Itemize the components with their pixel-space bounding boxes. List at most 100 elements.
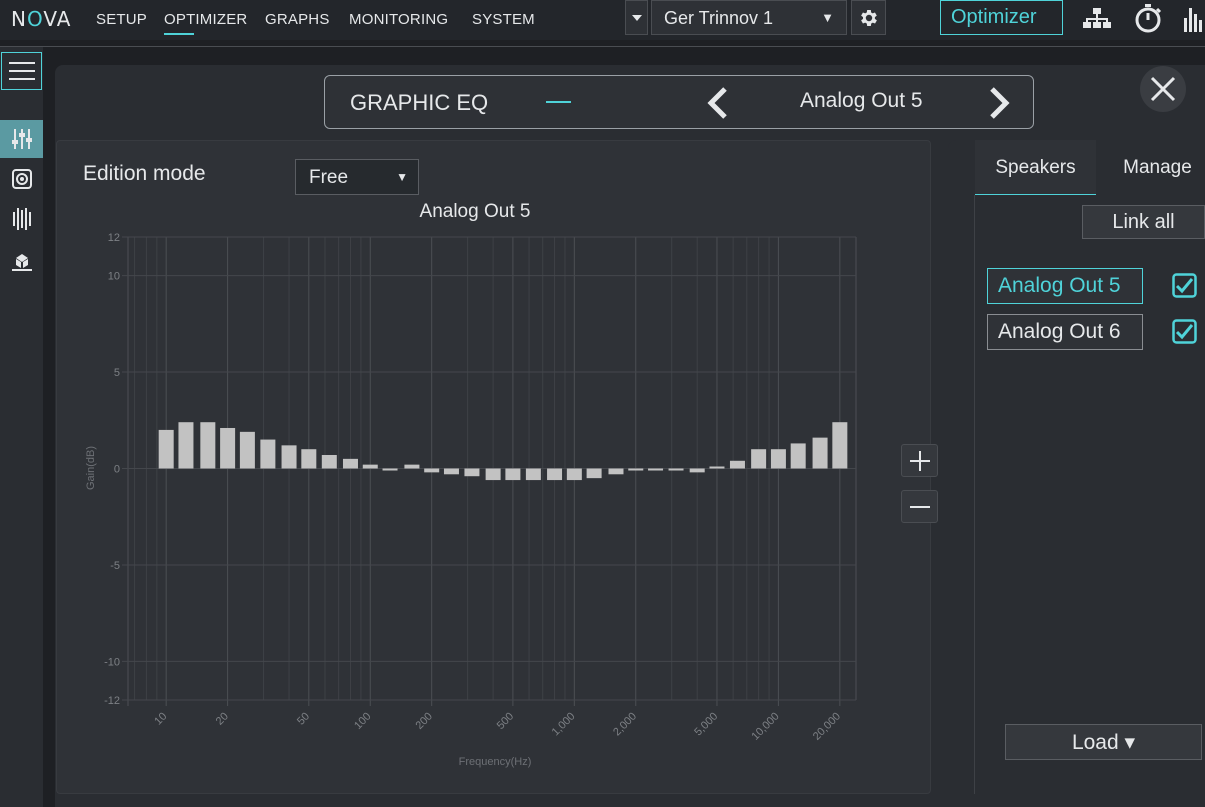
tool-room[interactable] xyxy=(0,243,43,281)
eq-band-bar xyxy=(668,468,684,471)
load-label: Load xyxy=(1071,731,1119,754)
eq-band-bar xyxy=(648,468,664,471)
prev-channel-button[interactable] xyxy=(705,87,729,124)
eq-band-bar xyxy=(443,468,459,475)
optimizer-button[interactable]: Optimizer xyxy=(940,0,1063,35)
gear-button[interactable] xyxy=(851,0,886,35)
eq-chart[interactable]: Analog Out 5 121050-5-10-12 10 20 50 100 200… xyxy=(56,195,886,785)
x-tick-label: 20,000 xyxy=(811,710,843,742)
eq-band-bar xyxy=(608,468,624,475)
speaker-item-analog-out-6[interactable]: Analog Out 6 xyxy=(987,314,1143,350)
speaker-icon xyxy=(11,169,32,189)
minus-icon xyxy=(909,505,930,508)
device-select[interactable]: Ger Trinnov 1 ▼ xyxy=(651,0,847,35)
eq-band-bar xyxy=(404,464,420,469)
eq-band-bar xyxy=(178,422,194,469)
x-tick-label: 500 xyxy=(495,710,516,731)
nav-optimizer[interactable]: OPTIMIZER xyxy=(164,11,247,35)
eq-band-bar xyxy=(547,468,563,481)
chevron-down-icon: ▼ xyxy=(821,10,834,25)
x-axis-ticks: 10 20 50 100 200 500 1,000 2,000 5,000 10,000 20,0… xyxy=(152,710,843,742)
tool-graphic-eq[interactable] xyxy=(0,120,43,158)
load-button[interactable]: Load ▾ xyxy=(1005,724,1202,760)
network-hierarchy-icon xyxy=(1082,7,1111,28)
checkbox-checked-icon xyxy=(1172,273,1197,298)
minimize-dash[interactable] xyxy=(546,101,571,103)
nav-graphs[interactable]: GRAPHS xyxy=(265,11,330,28)
edition-mode-select[interactable]: Free ▼ xyxy=(295,159,419,195)
y-tick-label: 5 xyxy=(114,367,120,379)
device-name: Ger Trinnov 1 xyxy=(664,8,774,28)
eq-band-bar xyxy=(464,468,480,477)
nav-system[interactable]: SYSTEM xyxy=(472,11,535,28)
speaker-checkbox-analog-out-6[interactable] xyxy=(1172,319,1197,344)
eq-band-bar xyxy=(382,468,398,471)
room-3d-icon xyxy=(11,254,32,271)
panel-divider xyxy=(974,195,975,794)
eq-band-bar xyxy=(485,468,501,481)
eq-band-bar xyxy=(200,422,216,469)
tool-waveform[interactable] xyxy=(0,200,43,238)
y-tick-label: -5 xyxy=(110,560,120,572)
plus-icon xyxy=(909,450,930,471)
edition-mode-label: Edition mode xyxy=(83,162,206,185)
eq-band-bar xyxy=(424,468,440,473)
stopwatch-icon xyxy=(1135,3,1161,32)
menu-line-icon xyxy=(8,62,35,64)
x-tick-label: 2,000 xyxy=(611,710,639,738)
y-tick-label: 10 xyxy=(108,271,120,283)
eq-band-bar xyxy=(586,468,602,479)
tab-manage[interactable]: Manage xyxy=(1110,140,1205,195)
nav-monitoring[interactable]: MONITORING xyxy=(349,11,448,28)
bar-meter-icon xyxy=(1184,7,1202,32)
y-tick-label: -10 xyxy=(104,656,120,668)
chevron-left-icon xyxy=(707,87,727,119)
eq-band-bar xyxy=(751,449,767,469)
gear-icon xyxy=(860,9,877,26)
chevron-right-icon xyxy=(990,87,1010,119)
device-list-dropdown[interactable] xyxy=(625,0,648,35)
eq-band-bar xyxy=(689,468,705,473)
eq-band-bar xyxy=(729,460,745,469)
eq-band-bar xyxy=(832,422,848,469)
x-tick-label: 1,000 xyxy=(550,710,578,738)
speaker-item-analog-out-5[interactable]: Analog Out 5 xyxy=(987,268,1143,304)
eq-header: GRAPHIC EQ Analog Out 5 xyxy=(324,75,1034,129)
y-axis-ticks: 12 10 5 0 -5 -10 -12 xyxy=(104,232,120,707)
chevron-down-icon: ▼ xyxy=(396,170,408,184)
waveform-icon xyxy=(12,208,31,230)
x-tick-label: 100 xyxy=(352,710,373,731)
menu-button[interactable] xyxy=(1,52,42,90)
levels-button[interactable] xyxy=(1180,0,1205,35)
channel-name: Analog Out 5 xyxy=(800,89,923,112)
checkbox-checked-icon xyxy=(1172,319,1197,344)
edition-mode-value: Free xyxy=(309,167,349,188)
nav-setup[interactable]: SETUP xyxy=(96,11,147,28)
chart-title: Analog Out 5 xyxy=(420,201,531,222)
eq-band-bar xyxy=(362,464,378,469)
eq-band-bar xyxy=(239,431,255,469)
speaker-checkbox-analog-out-5[interactable] xyxy=(1172,273,1197,298)
zoom-in-button[interactable] xyxy=(901,444,938,477)
eq-band-bar xyxy=(812,437,828,469)
tab-speakers[interactable]: Speakers xyxy=(975,140,1096,195)
link-all-button[interactable]: Link all xyxy=(1082,205,1205,239)
network-button[interactable] xyxy=(1079,0,1114,35)
eq-band-bar xyxy=(342,458,358,469)
tool-speaker[interactable] xyxy=(0,160,43,198)
eq-band-bar xyxy=(281,445,297,469)
y-tick-label: -12 xyxy=(104,695,120,707)
next-channel-button[interactable] xyxy=(988,87,1012,124)
x-tick-label: 200 xyxy=(414,710,435,731)
eq-band-bar xyxy=(770,449,786,469)
close-button[interactable] xyxy=(1140,66,1186,112)
nova-logo[interactable]: NOVA xyxy=(11,7,71,31)
page-title: GRAPHIC EQ xyxy=(350,90,489,115)
eq-band-bar xyxy=(505,468,521,481)
zoom-out-button[interactable] xyxy=(901,490,938,523)
eq-bars xyxy=(158,422,848,481)
x-tick-label: 5,000 xyxy=(692,710,720,738)
timer-button[interactable] xyxy=(1130,0,1165,35)
eq-band-bar xyxy=(525,468,541,481)
y-tick-label: 12 xyxy=(108,232,120,244)
